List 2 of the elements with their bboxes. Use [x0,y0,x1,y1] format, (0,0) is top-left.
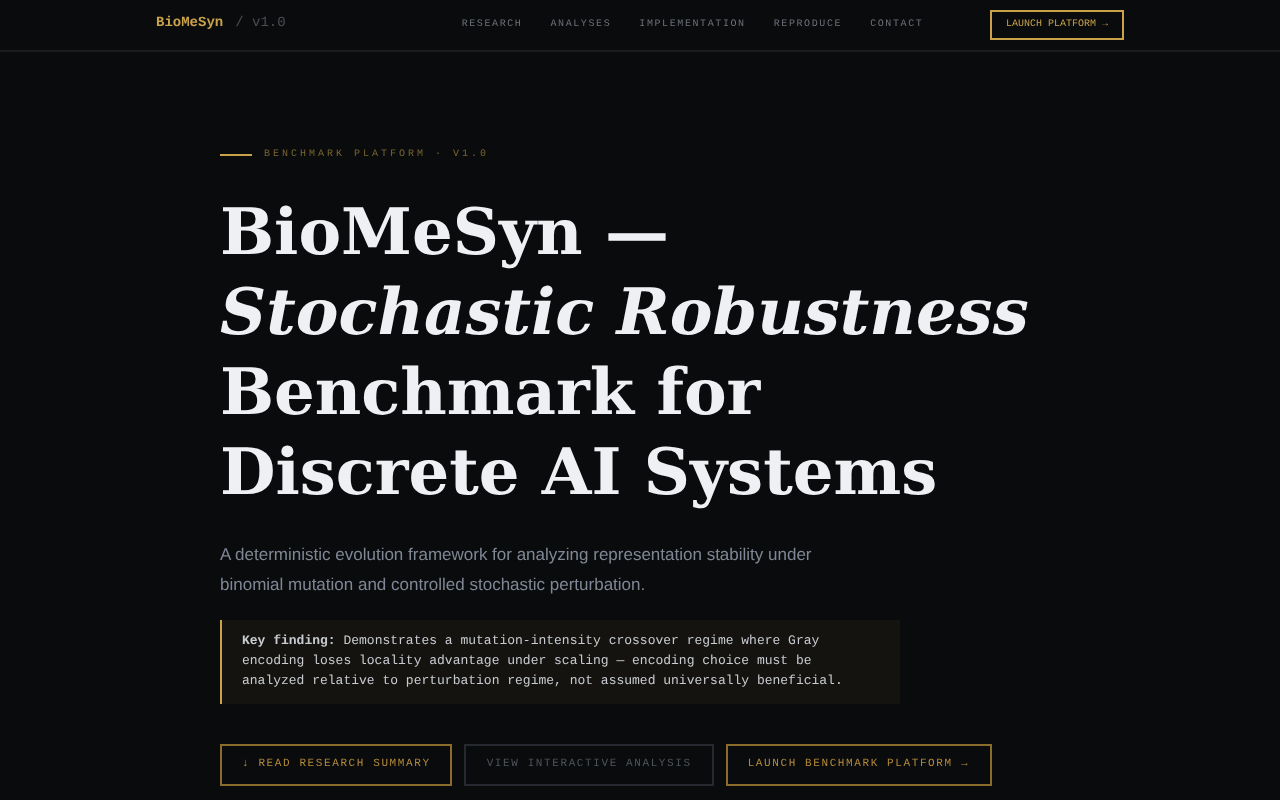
hero-title: BioMeSyn — Stochastic Robustness Benchmark for Discrete AI Systems [220,191,1031,511]
hero-subtitle: A deterministic evolution framework for analyzing representation stability under binomial mutation and controlled stochastic perturbation. [220,541,814,598]
